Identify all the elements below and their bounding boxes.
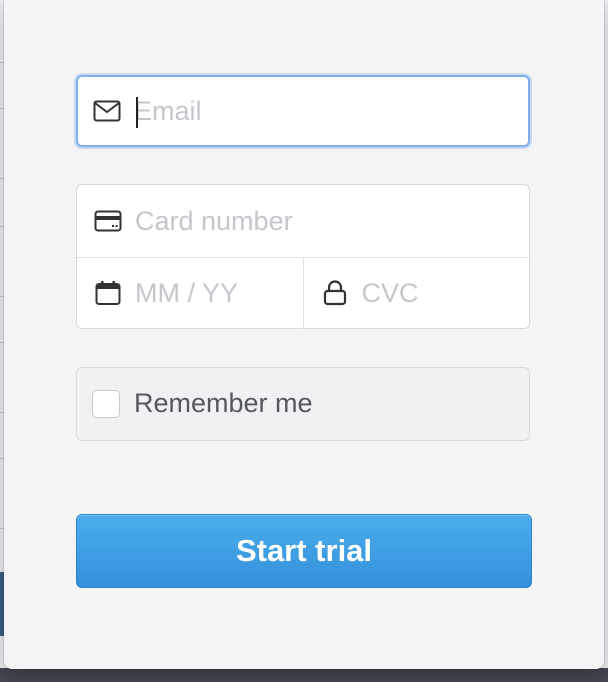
checkout-modal: Remember me Start trial (4, 0, 604, 669)
email-input[interactable] (134, 91, 512, 131)
credit-card-icon (93, 206, 123, 236)
cvc-field[interactable] (304, 257, 530, 329)
remember-me-row[interactable]: Remember me (76, 367, 530, 441)
backdrop-bottom-bar (0, 668, 608, 682)
cvc-input[interactable] (361, 273, 513, 313)
expiry-cvc-row (77, 257, 529, 329)
expiry-input[interactable] (135, 273, 287, 313)
remember-me-checkbox[interactable] (92, 390, 120, 418)
email-field-box[interactable] (76, 75, 530, 147)
card-details-group (76, 184, 530, 329)
lock-icon (320, 278, 350, 308)
remember-me-label[interactable]: Remember me (134, 388, 313, 419)
text-caret (136, 97, 138, 128)
envelope-icon (92, 96, 122, 126)
expiry-field[interactable] (77, 257, 304, 329)
card-number-row[interactable] (77, 185, 529, 258)
calendar-icon (93, 278, 123, 308)
start-trial-button[interactable]: Start trial (76, 514, 532, 588)
card-number-input[interactable] (135, 201, 513, 241)
